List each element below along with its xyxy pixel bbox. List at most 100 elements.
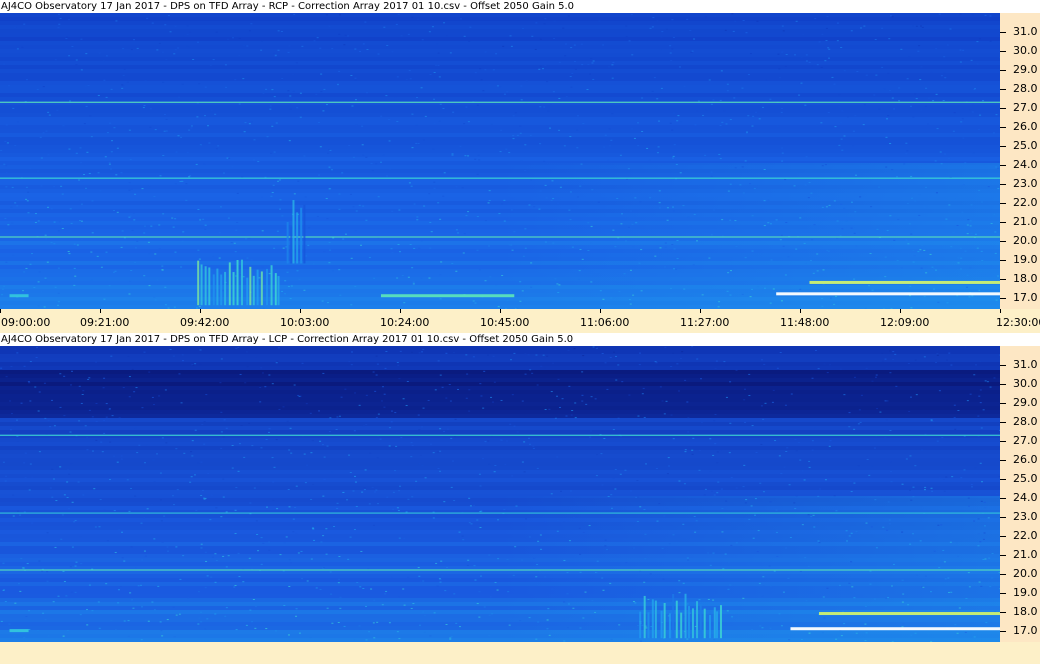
y-tick-mark [1000, 240, 1006, 242]
x-tick-mark [100, 309, 101, 313]
y-tick-mark [1000, 221, 1006, 223]
y-tick-mark [1000, 107, 1006, 109]
y-tick-label: 27.0 [1013, 100, 1038, 114]
y-tick-label: 28.0 [1013, 81, 1038, 95]
y-tick-label: 25.0 [1013, 138, 1038, 152]
y-tick-mark [1000, 297, 1006, 299]
low-freq-brightening [500, 163, 1000, 309]
bottom-bar [0, 642, 1040, 664]
y-tick-label: 24.0 [1013, 490, 1038, 504]
y-tick-mark [1000, 183, 1006, 185]
y-tick-label: 20.0 [1013, 233, 1038, 247]
y-tick-mark [1000, 592, 1006, 594]
y-tick-label: 20.0 [1013, 566, 1038, 580]
y-tick-mark [1000, 364, 1006, 366]
y-tick-mark [1000, 88, 1006, 90]
y-tick-label: 31.0 [1013, 24, 1038, 38]
signal-trace [380, 294, 515, 298]
x-tick-label: 09:00:00 [1, 316, 51, 329]
signal-trace [9, 629, 29, 633]
interference-band [0, 177, 1000, 179]
x-tick-label: 10:03:00 [280, 316, 330, 329]
x-tick-label: 10:24:00 [380, 316, 430, 329]
y-tick-mark [1000, 630, 1006, 632]
y-tick-label: 29.0 [1013, 395, 1038, 409]
rcp-frequency-axis: 31.0 30.0 29.0 28.0 27.0 26.0 25.0 24.0 23.0 22.0… [1000, 13, 1040, 309]
y-tick-label: 17.0 [1013, 623, 1038, 637]
signal-trace [819, 612, 1000, 616]
y-tick-mark [1000, 478, 1006, 480]
y-tick-label: 18.0 [1013, 604, 1038, 618]
y-tick-label: 18.0 [1013, 271, 1038, 285]
y-tick-label: 26.0 [1013, 452, 1038, 466]
y-tick-mark [1000, 31, 1006, 33]
x-tick-mark [300, 309, 301, 313]
interference-band [0, 569, 1000, 571]
y-tick-mark [1000, 383, 1006, 385]
interference-band [0, 236, 1000, 238]
y-tick-mark [1000, 145, 1006, 147]
x-tick-mark [700, 309, 701, 313]
x-tick-label: 09:21:00 [80, 316, 130, 329]
signal-trace [809, 280, 1000, 284]
y-tick-label: 31.0 [1013, 357, 1038, 371]
y-tick-label: 30.0 [1013, 43, 1038, 57]
y-tick-label: 22.0 [1013, 528, 1038, 542]
y-tick-mark [1000, 402, 1006, 404]
x-tick-label: 11:27:00 [680, 316, 730, 329]
interference-band [0, 434, 1000, 436]
spectrogram-svg [0, 346, 1000, 642]
rcp-spectrogram [0, 13, 1000, 309]
lcp-frequency-axis: 31.0 30.0 29.0 28.0 27.0 26.0 25.0 24.0 23.0 22.0… [1000, 346, 1040, 642]
x-tick-label: 12:30:00 [996, 316, 1040, 329]
x-tick-mark [900, 309, 901, 313]
y-tick-mark [1000, 573, 1006, 575]
x-tick-mark [800, 309, 801, 313]
y-tick-mark [1000, 440, 1006, 442]
y-tick-mark [1000, 459, 1006, 461]
y-tick-label: 29.0 [1013, 62, 1038, 76]
y-tick-mark [1000, 554, 1006, 556]
x-tick-mark [1000, 309, 1001, 313]
y-tick-label: 19.0 [1013, 252, 1038, 266]
y-tick-label: 26.0 [1013, 119, 1038, 133]
y-tick-mark [1000, 259, 1006, 261]
y-tick-mark [1000, 50, 1006, 52]
y-tick-mark [1000, 516, 1006, 518]
y-tick-mark [1000, 69, 1006, 71]
y-tick-mark [1000, 126, 1006, 128]
y-tick-mark [1000, 535, 1006, 537]
x-tick-label: 11:48:00 [780, 316, 830, 329]
lcp-chart-title: AJ4CO Observatory 17 Jan 2017 - DPS on T… [1, 334, 574, 345]
y-tick-label: 17.0 [1013, 290, 1038, 304]
signal-trace [9, 294, 29, 298]
y-tick-label: 24.0 [1013, 157, 1038, 171]
y-tick-label: 27.0 [1013, 433, 1038, 447]
x-tick-mark [200, 309, 201, 313]
x-tick-label: 12:09:00 [880, 316, 930, 329]
y-tick-mark [1000, 164, 1006, 166]
spectrogram-svg [0, 13, 1000, 309]
lcp-spectrogram [0, 346, 1000, 642]
x-tick-mark [600, 309, 601, 313]
y-tick-mark [1000, 611, 1006, 613]
rcp-chart-title: AJ4CO Observatory 17 Jan 2017 - DPS on T… [1, 1, 575, 12]
x-tick-mark [400, 309, 401, 313]
low-freq-brightening [500, 496, 1000, 642]
y-tick-label: 25.0 [1013, 471, 1038, 485]
y-tick-label: 22.0 [1013, 195, 1038, 209]
x-tick-label: 10:45:00 [480, 316, 530, 329]
x-tick-mark [500, 309, 501, 313]
y-tick-mark [1000, 421, 1006, 423]
y-tick-mark [1000, 278, 1006, 280]
y-tick-label: 30.0 [1013, 376, 1038, 390]
x-tick-label: 09:42:00 [180, 316, 230, 329]
y-tick-label: 19.0 [1013, 585, 1038, 599]
y-tick-label: 21.0 [1013, 214, 1038, 228]
x-tick-mark [0, 309, 1, 313]
y-tick-label: 23.0 [1013, 176, 1038, 190]
y-tick-mark [1000, 202, 1006, 204]
y-tick-label: 21.0 [1013, 547, 1038, 561]
y-tick-label: 28.0 [1013, 414, 1038, 428]
time-axis: 09:00:00 09:21:00 09:42:00 10:03:00 10:24:00… [0, 309, 1040, 333]
